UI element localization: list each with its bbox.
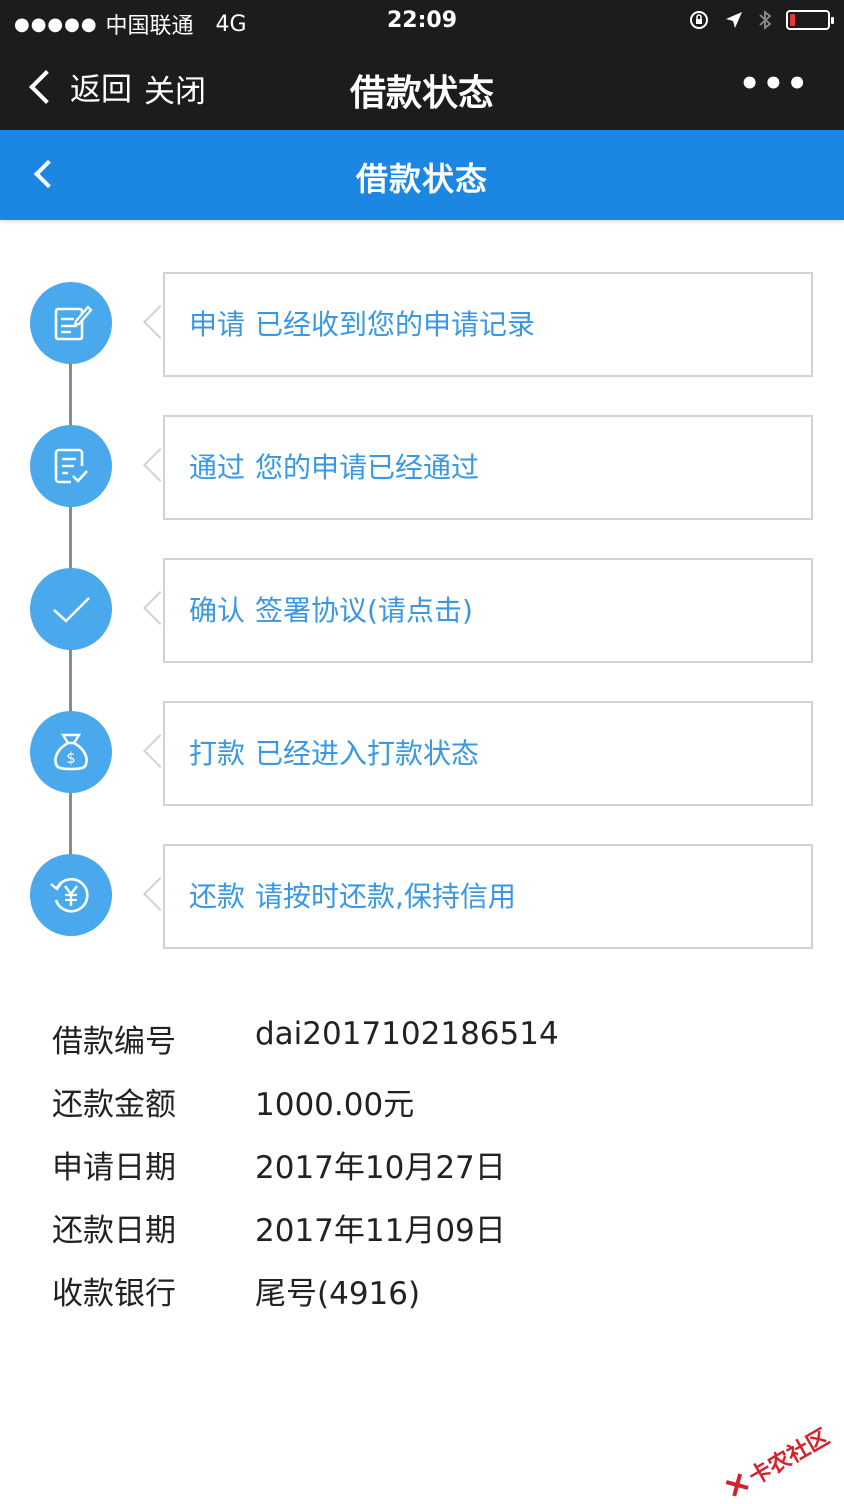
wechat-nav-bar: 返回 关闭 借款状态 ••• — [0, 44, 844, 130]
info-label: 还款日期 — [52, 1213, 176, 1249]
edit-document-icon — [30, 282, 112, 364]
step-card: 打款 已经进入打款状态 — [163, 701, 813, 806]
page-header: 借款状态 — [0, 130, 844, 220]
watermark: 卡农社区 — [720, 1420, 835, 1504]
info-value: dai2017102186514 — [255, 1016, 559, 1052]
step-repay: 还款 请按时还款,保持信用 — [0, 844, 844, 950]
step-confirm[interactable]: 确认 签署协议(请点击) — [0, 558, 844, 664]
step-card: 还款 请按时还款,保持信用 — [163, 844, 813, 949]
step-card: 通过 您的申请已经通过 — [163, 415, 813, 520]
page-title: 借款状态 — [355, 160, 488, 198]
info-label: 借款编号 — [52, 1024, 176, 1060]
step-approved: 通过 您的申请已经通过 — [0, 415, 844, 521]
step-description[interactable]: 签署协议(请点击) — [255, 594, 473, 627]
info-row-receiving-bank: 收款银行 尾号(4916) — [52, 1268, 752, 1318]
step-disburse: $ 打款 已经进入打款状态 — [0, 701, 844, 807]
checkmark-icon — [30, 568, 112, 650]
nav-title: 借款状态 — [349, 73, 494, 114]
svg-text:$: $ — [66, 749, 76, 767]
step-card-sign-agreement[interactable]: 确认 签署协议(请点击) — [163, 558, 813, 663]
more-menu-icon[interactable]: ••• — [739, 64, 810, 104]
info-row-repay-amount: 还款金额 1000.00元 — [52, 1079, 752, 1129]
bluetooth-icon — [759, 10, 772, 30]
info-label: 还款金额 — [52, 1087, 176, 1123]
info-label: 申请日期 — [52, 1150, 176, 1186]
step-description: 已经进入打款状态 — [255, 737, 480, 770]
rotation-lock-icon — [690, 11, 708, 29]
step-apply: 申请 已经收到您的申请记录 — [0, 272, 844, 378]
info-label: 收款银行 — [52, 1276, 176, 1312]
location-arrow-icon — [726, 12, 742, 28]
step-title: 还款 — [189, 880, 246, 913]
money-bag-icon: $ — [30, 711, 112, 793]
status-bar: ●●●●● 中国联通 4G 22:09 — [0, 0, 844, 44]
status-right — [688, 9, 834, 31]
watermark-text: 卡农社区 — [745, 1424, 834, 1491]
info-value: 2017年10月27日 — [255, 1150, 506, 1186]
step-description: 已经收到您的申请记录 — [255, 308, 536, 341]
step-title: 通过 — [189, 451, 246, 484]
info-row-loan-number: 借款编号 dai2017102186514 — [52, 1016, 752, 1066]
document-check-icon — [30, 425, 112, 507]
info-row-repay-date: 还款日期 2017年11月09日 — [52, 1205, 752, 1255]
step-title: 确认 — [189, 594, 246, 627]
battery-level — [790, 14, 795, 26]
info-row-apply-date: 申请日期 2017年10月27日 — [52, 1142, 752, 1192]
info-value: 2017年11月09日 — [255, 1213, 506, 1249]
info-value: 1000.00元 — [255, 1087, 415, 1123]
step-description: 请按时还款,保持信用 — [255, 880, 516, 913]
battery-icon — [786, 10, 834, 30]
info-value: 尾号(4916) — [255, 1276, 421, 1312]
step-title: 申请 — [189, 308, 246, 341]
step-description: 您的申请已经通过 — [255, 451, 480, 484]
step-title: 打款 — [189, 737, 246, 770]
yuan-refresh-icon — [30, 854, 112, 936]
step-card: 申请 已经收到您的申请记录 — [163, 272, 813, 377]
